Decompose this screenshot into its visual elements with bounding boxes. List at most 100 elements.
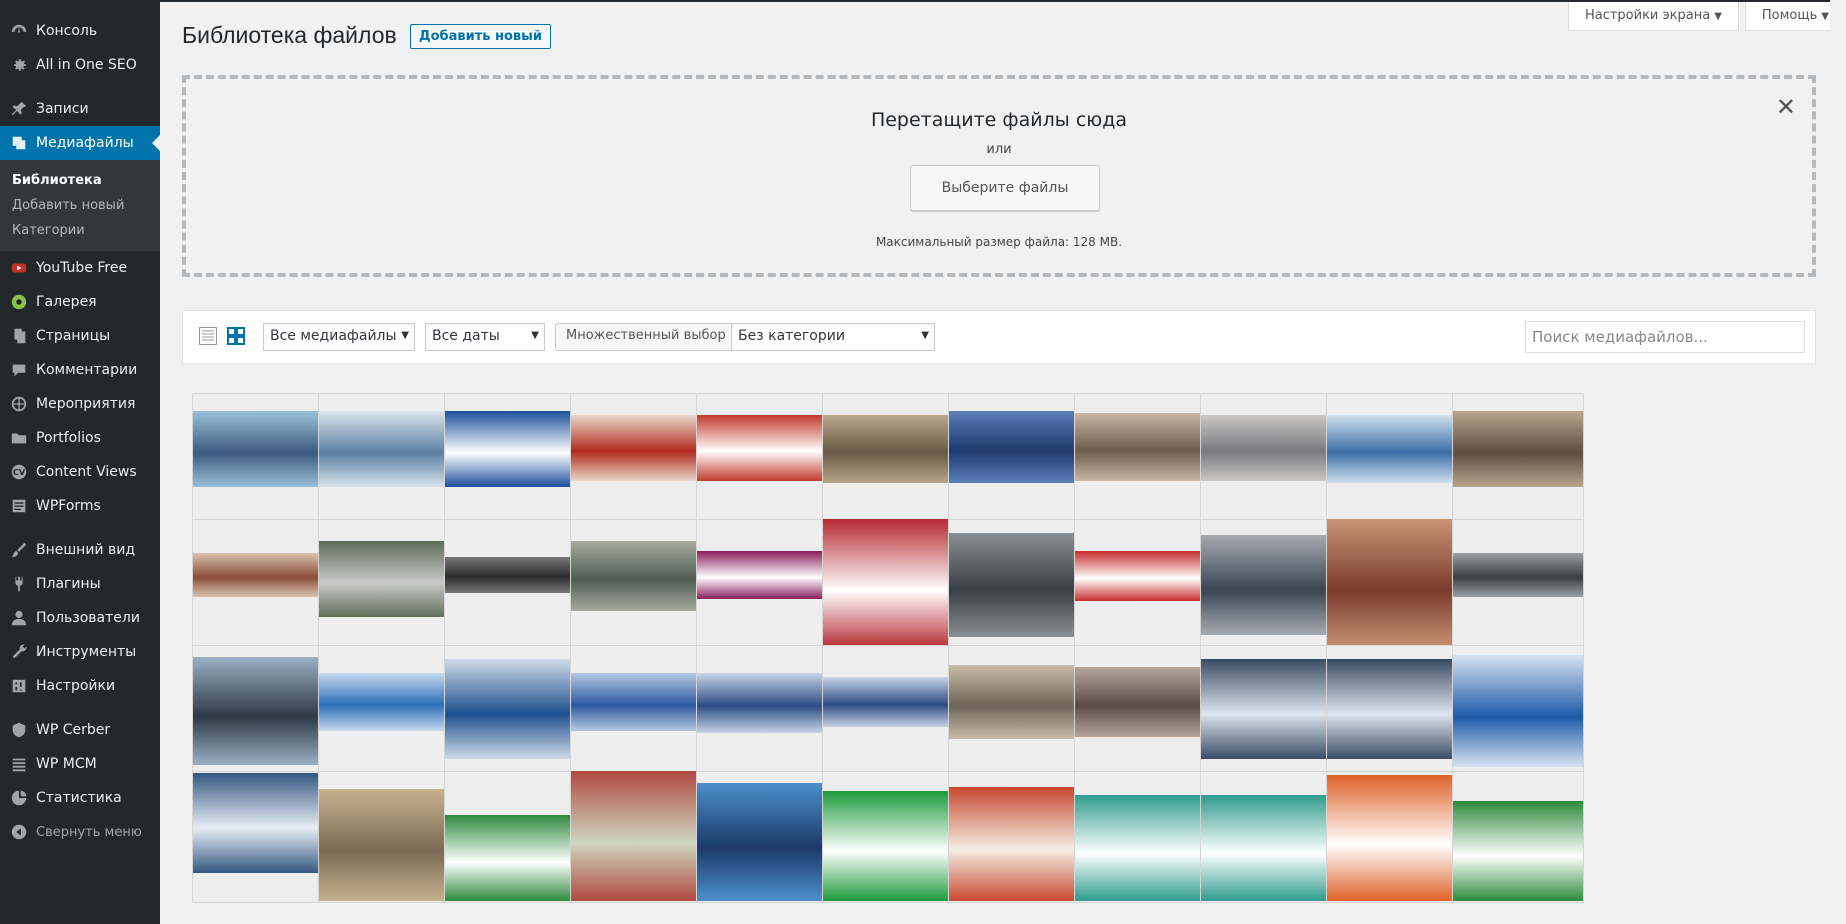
menu-item-statistics[interactable]: Статистика bbox=[0, 781, 160, 815]
menu-item-wpforms[interactable]: WPForms bbox=[0, 489, 160, 523]
attachment-tile[interactable] bbox=[318, 645, 450, 777]
media-type-select[interactable]: Все медиафайлы ▼ bbox=[263, 323, 415, 351]
attachment-tile[interactable] bbox=[192, 771, 324, 903]
attachment-tile[interactable] bbox=[1074, 393, 1206, 525]
attachment-thumbnail bbox=[823, 791, 953, 901]
menu-label: Настройки bbox=[36, 678, 116, 694]
attachment-tile[interactable] bbox=[318, 771, 450, 903]
brush-icon bbox=[9, 540, 29, 560]
menu-item-posts[interactable]: Записи bbox=[0, 92, 160, 126]
menu-item-tools[interactable]: Инструменты bbox=[0, 635, 160, 669]
attachment-thumbnail bbox=[1075, 413, 1205, 481]
menu-item-wp-mcm[interactable]: WP MCM bbox=[0, 747, 160, 781]
attachment-tile[interactable] bbox=[1326, 519, 1458, 651]
attachment-tile[interactable] bbox=[948, 519, 1080, 651]
attachment-tile[interactable] bbox=[696, 771, 828, 903]
attachment-tile[interactable] bbox=[570, 771, 702, 903]
menu-label: Галерея bbox=[36, 294, 97, 310]
attachment-tile[interactable] bbox=[948, 393, 1080, 525]
attachment-tile[interactable] bbox=[444, 519, 576, 651]
attachment-thumbnail bbox=[193, 411, 323, 487]
menu-item-appearance[interactable]: Внешний вид bbox=[0, 533, 160, 567]
attachment-tile[interactable] bbox=[696, 645, 828, 777]
date-select[interactable]: Все даты ▼ bbox=[425, 323, 545, 351]
menu-item-settings[interactable]: Настройки bbox=[0, 669, 160, 703]
attachment-tile[interactable] bbox=[1074, 645, 1206, 777]
submenu-library[interactable]: Библиотека bbox=[0, 168, 160, 193]
attachment-tile[interactable] bbox=[444, 393, 576, 525]
list-view-icon[interactable] bbox=[199, 327, 217, 345]
attachment-tile[interactable] bbox=[822, 393, 954, 525]
media-search-input[interactable] bbox=[1525, 321, 1805, 353]
attachment-tile[interactable] bbox=[1326, 771, 1458, 903]
attachment-tile[interactable] bbox=[1200, 519, 1332, 651]
attachment-tile[interactable] bbox=[948, 771, 1080, 903]
attachment-tile[interactable] bbox=[822, 771, 954, 903]
max-upload-size: Максимальный размер файла: 128 MB. bbox=[875, 235, 1123, 249]
menu-label: WP MCM bbox=[36, 756, 97, 772]
chart-icon bbox=[9, 788, 29, 808]
attachment-thumbnail bbox=[1201, 795, 1331, 901]
attachment-tile[interactable] bbox=[192, 393, 324, 525]
menu-label: Статистика bbox=[36, 790, 122, 806]
attachment-tile[interactable] bbox=[192, 645, 324, 777]
attachment-tile[interactable] bbox=[1200, 645, 1332, 777]
attachment-tile[interactable] bbox=[192, 519, 324, 651]
attachment-tile[interactable] bbox=[318, 393, 450, 525]
menu-item-wp-cerber[interactable]: WP Cerber bbox=[0, 713, 160, 747]
menu-item-youtube[interactable]: YouTube Free bbox=[0, 251, 160, 285]
upload-dropzone[interactable]: ✕ Перетащите файлы сюда или Выберите фай… bbox=[182, 75, 1816, 277]
menu-item-plugins[interactable]: Плагины bbox=[0, 567, 160, 601]
menu-item-gallery[interactable]: Галерея bbox=[0, 285, 160, 319]
attachment-tile[interactable] bbox=[1074, 519, 1206, 651]
svg-text:CV: CV bbox=[13, 467, 26, 477]
attachment-tile[interactable] bbox=[1326, 645, 1458, 777]
menu-item-portfolios[interactable]: Portfolios bbox=[0, 421, 160, 455]
attachment-tile[interactable] bbox=[822, 519, 954, 651]
menu-item-comments[interactable]: Комментарии bbox=[0, 353, 160, 387]
attachment-thumbnail bbox=[823, 519, 953, 649]
menu-item-media[interactable]: Медиафайлы bbox=[0, 126, 160, 160]
attachment-tile[interactable] bbox=[1326, 393, 1458, 525]
submenu-add-new[interactable]: Добавить новый bbox=[0, 193, 160, 218]
submenu-categories[interactable]: Категории bbox=[0, 218, 160, 243]
grid-view-icon[interactable] bbox=[227, 327, 245, 345]
attachment-tile[interactable] bbox=[1452, 771, 1584, 903]
attachment-tile[interactable] bbox=[444, 771, 576, 903]
attachment-tile[interactable] bbox=[1200, 771, 1332, 903]
collapse-menu-button[interactable]: Свернуть меню bbox=[0, 815, 160, 849]
menu-label: Пользователи bbox=[36, 610, 140, 626]
add-new-button[interactable]: Добавить новый bbox=[410, 24, 551, 49]
menu-item-console[interactable]: Консоль bbox=[0, 14, 160, 48]
menu-item-pages[interactable]: Страницы bbox=[0, 319, 160, 353]
attachment-tile[interactable] bbox=[1452, 519, 1584, 651]
menu-item-users[interactable]: Пользователи bbox=[0, 601, 160, 635]
attachment-tile[interactable] bbox=[1452, 645, 1584, 777]
attachment-thumbnail bbox=[949, 411, 1079, 483]
attachment-tile[interactable] bbox=[822, 645, 954, 777]
attachment-tile[interactable] bbox=[318, 519, 450, 651]
screen-options-button[interactable]: Настройки экрана ▼ bbox=[1567, 2, 1739, 31]
attachment-tile[interactable] bbox=[948, 645, 1080, 777]
bulk-select-button[interactable]: Множественный выбор bbox=[555, 323, 737, 351]
menu-item-events[interactable]: Мероприятия bbox=[0, 387, 160, 421]
menu-label: Portfolios bbox=[36, 430, 101, 446]
attachment-thumbnail bbox=[697, 551, 827, 599]
media-type-value: Все медиафайлы bbox=[270, 328, 397, 344]
attachment-tile[interactable] bbox=[696, 393, 828, 525]
attachment-tile[interactable] bbox=[1200, 393, 1332, 525]
attachment-tile[interactable] bbox=[570, 519, 702, 651]
attachment-tile[interactable] bbox=[1452, 393, 1584, 525]
attachment-tile[interactable] bbox=[570, 645, 702, 777]
attachment-tile[interactable] bbox=[696, 519, 828, 651]
select-files-button[interactable]: Выберите файлы bbox=[910, 165, 1100, 211]
cv-icon: CV bbox=[9, 462, 29, 482]
chevron-down-icon: ▼ bbox=[921, 330, 929, 341]
scrollbar[interactable] bbox=[1830, 0, 1846, 924]
category-select[interactable]: Без категории ▼ bbox=[731, 323, 935, 351]
menu-item-content-views[interactable]: CV Content Views bbox=[0, 455, 160, 489]
attachment-tile[interactable] bbox=[1074, 771, 1206, 903]
attachment-tile[interactable] bbox=[570, 393, 702, 525]
menu-item-seo[interactable]: All in One SEO bbox=[0, 48, 160, 82]
attachment-tile[interactable] bbox=[444, 645, 576, 777]
